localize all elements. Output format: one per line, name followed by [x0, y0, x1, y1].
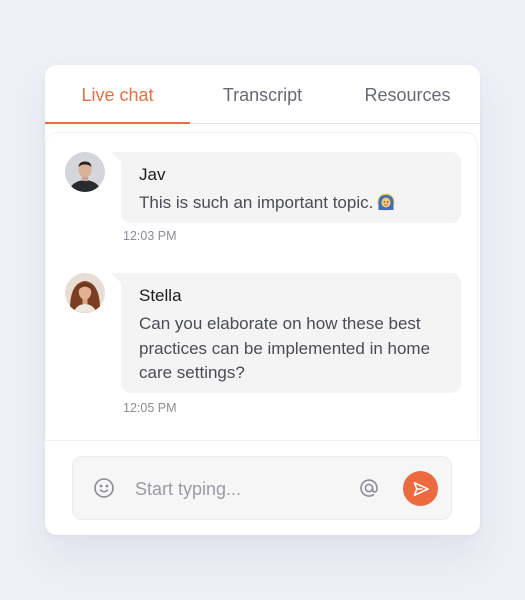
person-with-headscarf-emoji-icon: [377, 193, 395, 219]
tab-transcript[interactable]: Transcript: [190, 65, 335, 123]
avatar-jav: [65, 152, 105, 192]
message-bubble: Stella Can you elaborate on how these be…: [111, 273, 461, 393]
message-composer: [72, 456, 452, 520]
tab-resources[interactable]: Resources: [335, 65, 480, 123]
tab-bar: Live chat Transcript Resources: [45, 65, 480, 124]
sender-name: Stella: [139, 286, 182, 305]
at-sign-icon[interactable]: [358, 477, 380, 499]
message-bubble: Jav This is such an important topic.: [111, 152, 461, 223]
sender-name: Jav: [139, 165, 166, 184]
message-timestamp: 12:05 PM: [123, 401, 177, 415]
message-timestamp: 12:03 PM: [123, 229, 177, 243]
message-text: Can you elaborate on how these best prac…: [139, 314, 431, 382]
message-input[interactable]: [135, 469, 345, 509]
avatar-stella: [65, 273, 105, 313]
message-list[interactable]: Jav This is such an important topic. 12:…: [45, 132, 478, 439]
send-button[interactable]: [403, 471, 438, 506]
composer-divider: [45, 440, 480, 441]
chat-panel: Live chat Transcript Resources Jav This …: [45, 65, 480, 535]
smiley-icon[interactable]: [93, 477, 115, 499]
tab-live-chat[interactable]: Live chat: [45, 65, 190, 124]
message-text: This is such an important topic.: [139, 191, 443, 219]
message-text-content: This is such an important topic.: [139, 193, 374, 212]
send-icon: [413, 481, 429, 496]
